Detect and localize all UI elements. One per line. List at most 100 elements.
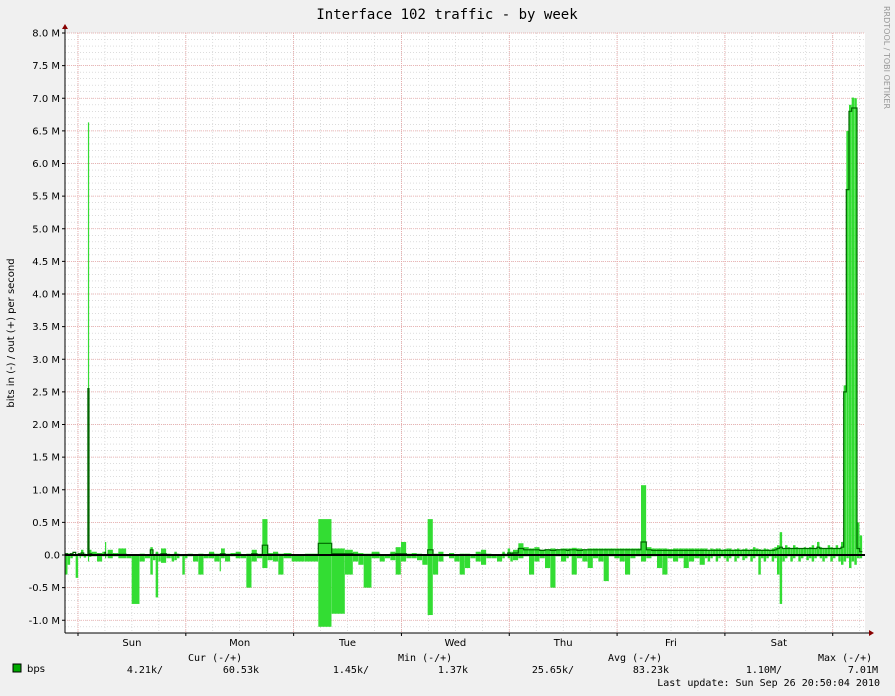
outbound-bar (835, 545, 839, 555)
inbound-bar (854, 555, 857, 565)
inbound-bar (331, 555, 345, 614)
outbound-bar (641, 485, 647, 555)
inbound-bar (758, 555, 761, 575)
y-tick-label: 5.5 M (32, 192, 60, 203)
outbound-bar (779, 532, 783, 555)
inbound-bar (262, 555, 268, 569)
inbound-bar (345, 555, 353, 575)
y-tick-label: -0.5 M (29, 583, 60, 594)
inbound-bar (545, 555, 551, 569)
inbound-bar (699, 555, 705, 565)
y-tick-label: -1.0 M (29, 616, 60, 627)
y-tick-label: 7.0 M (32, 94, 60, 105)
inbound-bar (150, 555, 153, 575)
y-tick-label: 0.0 (44, 551, 60, 562)
inbound-bar (849, 555, 852, 569)
inbound-bar (465, 555, 471, 569)
inbound-bar (422, 555, 428, 565)
y-tick-label: 2.5 M (32, 387, 60, 398)
x-tick-label: Tue (338, 638, 356, 649)
inbound-bar (459, 555, 465, 575)
y-tick-label: 1.5 M (32, 453, 60, 464)
outbound-bar (534, 547, 540, 555)
avg-in-value: 25.65k/ (532, 665, 574, 676)
inbound-bar (67, 555, 71, 565)
outbound-bar (785, 545, 788, 555)
inbound-bar (625, 555, 631, 575)
outbound-bar (318, 519, 332, 555)
outbound-bar (401, 541, 407, 555)
y-tick-label: 6.5 M (32, 126, 60, 137)
inbound-bar (395, 555, 401, 575)
outbound-bar (262, 519, 268, 555)
cur-header: Cur (-/+) (188, 653, 242, 664)
outbound-bar (827, 545, 831, 555)
cur-in-value: 4.21k/ (127, 665, 163, 676)
y-tick-label: 5.0 M (32, 224, 60, 235)
inbound-bar (571, 555, 577, 575)
outbound-bar (518, 543, 524, 555)
x-tick-label: Sat (771, 638, 787, 649)
avg-out-value: 83.23k (633, 665, 669, 676)
y-tick-label: 1.0 M (32, 485, 60, 496)
y-tick-label: 8.0 M (32, 29, 60, 40)
traffic-chart: 8.0 M 7.5 M 7.0 M 6.5 M 6.0 M 5.5 M 5.0 M 4.5 M… (0, 0, 895, 696)
min-out-value: 1.37k (438, 665, 468, 676)
y-tick-label: 3.5 M (32, 322, 60, 333)
y-tick-label: 7.5 M (32, 61, 60, 72)
min-in-value: 1.45k/ (333, 665, 369, 676)
outbound-bar (523, 547, 529, 555)
outbound-bar (811, 545, 815, 555)
legend-swatch (12, 663, 22, 673)
inbound-bar (131, 555, 140, 604)
inbound-bar (161, 555, 167, 563)
x-tick-label: Sun (122, 638, 141, 649)
inbound-bar (358, 555, 364, 565)
inbound-bar (662, 555, 668, 575)
inbound-bar (529, 555, 535, 575)
inbound-bar (550, 555, 556, 588)
inbound-bar (603, 555, 609, 582)
inbound-bar (587, 555, 593, 569)
inbound-bar (777, 555, 780, 575)
inbound-bar (683, 555, 689, 569)
max-in-value: 1.10M/ (746, 665, 782, 676)
inbound-bar (182, 555, 185, 575)
y-axis-label: bits in (-) / out (+) per second (6, 258, 17, 407)
outbound-bar (851, 97, 855, 555)
inbound-bar (657, 555, 663, 569)
max-header: Max (-/+) (818, 653, 872, 664)
inbound-bar (318, 555, 332, 627)
inbound-bar (427, 555, 433, 616)
x-tick-label: Mon (229, 638, 250, 649)
inbound-bar (75, 555, 79, 578)
chart-title: Interface 102 traffic - by week (316, 7, 578, 23)
cur-out-value: 60.53k (223, 665, 259, 676)
rrdtool-watermark: RRDTOOL / TOBI OETIKER (882, 6, 891, 109)
legend-label: bps (27, 664, 45, 675)
y-tick-label: 2.0 M (32, 420, 60, 431)
y-tick-label: 0.5 M (32, 518, 60, 529)
inbound-bar (481, 555, 487, 565)
y-tick-label: 3.0 M (32, 355, 60, 366)
outbound-bar (793, 545, 796, 555)
inbound-bar (198, 555, 204, 575)
avg-header: Avg (-/+) (608, 653, 662, 664)
x-tick-label: Fri (665, 638, 677, 649)
inbound-bar (246, 555, 252, 588)
inbound-bar (155, 555, 159, 598)
inbound-bar (363, 555, 372, 588)
inbound-bar (779, 555, 783, 604)
last-update: Last update: Sun Sep 26 20:50:04 2010 (657, 678, 880, 689)
max-out-value: 7.01M (848, 665, 878, 676)
inbound-bar (841, 555, 844, 565)
outbound-bar (646, 547, 652, 555)
x-tick-label: Thu (553, 638, 573, 649)
y-tick-label: 4.5 M (32, 257, 60, 268)
inbound-bar (219, 555, 221, 572)
y-tick-label: 6.0 M (32, 159, 60, 170)
inbound-bar (278, 555, 284, 575)
y-tick-label: 4.0 M (32, 290, 60, 301)
outbound-bar (571, 547, 577, 555)
min-header: Min (-/+) (398, 653, 452, 664)
